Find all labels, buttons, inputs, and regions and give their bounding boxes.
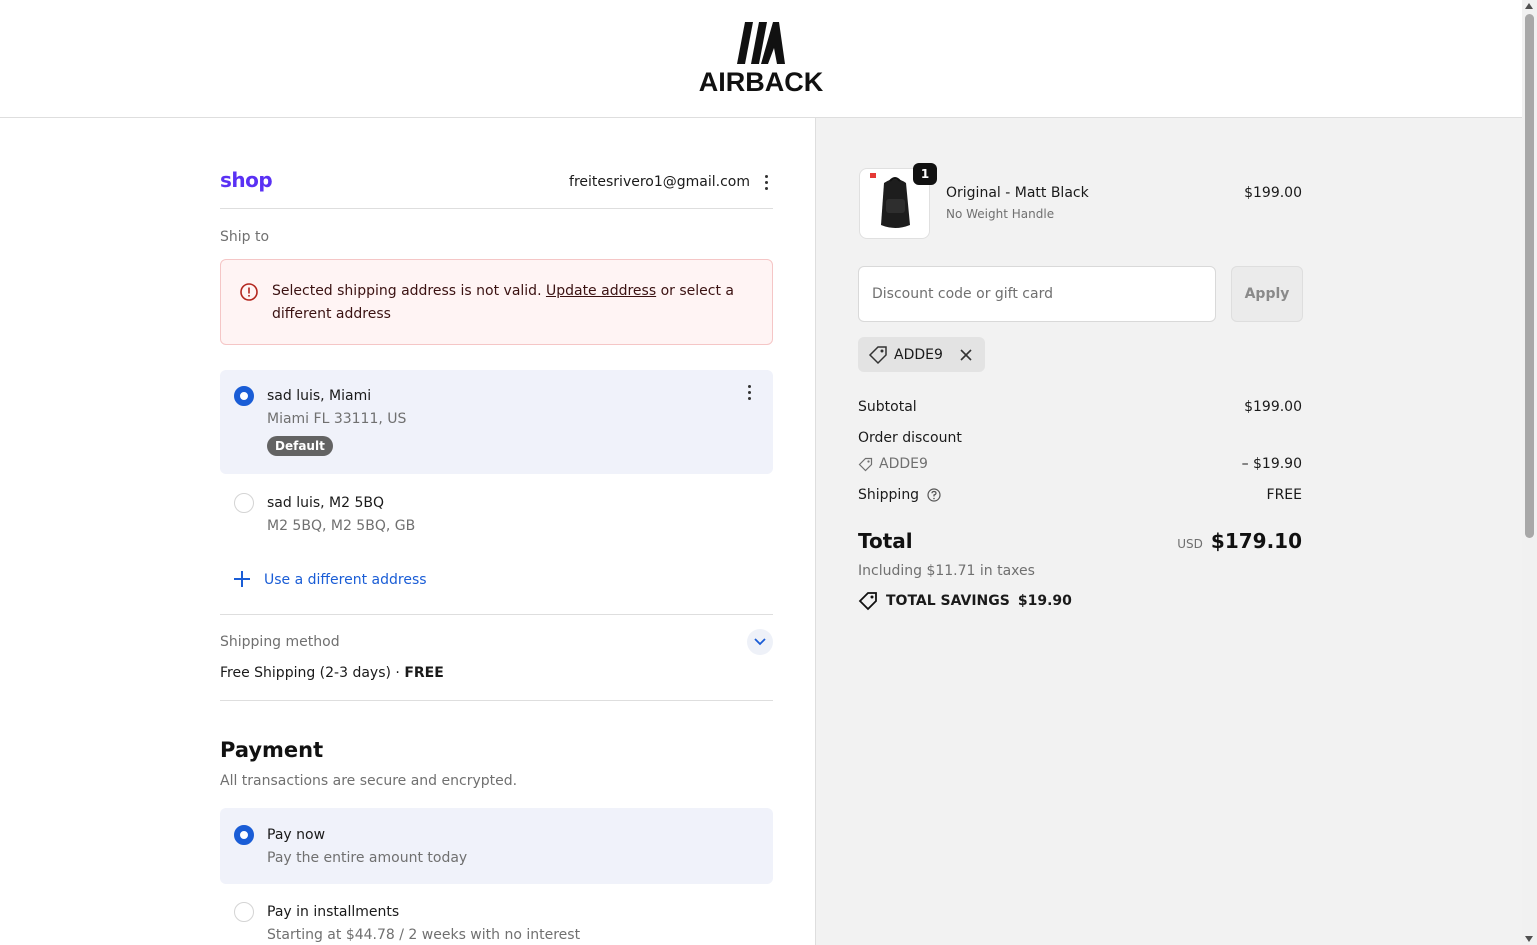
airback-logo[interactable]: AIRBACK — [699, 22, 823, 98]
payment-option-title: Pay in installments — [267, 904, 400, 920]
payment-option-pay-now[interactable]: Pay now Pay the entire amount today — [220, 808, 773, 884]
shipping-method-label: Shipping method — [220, 634, 340, 650]
payment-option-installments[interactable]: Pay in installments Starting at $44.78 /… — [220, 886, 773, 945]
alert-message: Selected shipping address is not valid. … — [272, 280, 742, 326]
subtotal-value: $199.00 — [1244, 399, 1302, 415]
total-savings: TOTAL SAVINGS $19.90 — [858, 591, 1072, 611]
shipping-method-price: FREE — [404, 665, 444, 681]
ship-to-label: Ship to — [220, 229, 270, 245]
applied-discount-chip: ADDE9 — [858, 337, 985, 372]
tag-icon — [858, 457, 873, 471]
address-line1: sad luis, Miami — [267, 388, 372, 404]
shipping-method-toggle[interactable] — [747, 629, 773, 655]
remove-discount-close-icon[interactable] — [959, 348, 973, 362]
total-label: Total — [858, 529, 913, 553]
help-question-icon[interactable] — [927, 488, 941, 502]
taxes-note: Including $11.71 in taxes — [858, 563, 1035, 579]
payment-radio[interactable] — [234, 825, 254, 845]
apply-discount-button[interactable]: Apply — [1231, 266, 1303, 322]
product-variant: No Weight Handle — [946, 207, 1055, 221]
savings-tag-icon — [858, 592, 877, 611]
quantity-badge: 1 — [913, 163, 937, 185]
address-error-alert: Selected shipping address is not valid. … — [220, 259, 773, 345]
divider — [220, 614, 773, 615]
shipping-row-label: Shipping — [858, 487, 941, 503]
shipping-label: Shipping — [858, 487, 920, 503]
checkout-main: shop freitesrivero1@gmail.com Ship to Se… — [0, 118, 815, 945]
shop-pay-logo: shop — [220, 168, 273, 192]
shipping-value: FREE — [1266, 487, 1302, 503]
scroll-up-arrow-icon[interactable] — [1525, 3, 1533, 9]
payment-option-title: Pay now — [267, 827, 326, 843]
address-radio[interactable] — [234, 386, 254, 406]
divider — [220, 700, 773, 701]
store-header: AIRBACK — [0, 0, 1522, 118]
shipping-method-value: Free Shipping (2-3 days) · FREE — [220, 665, 444, 681]
order-discount-code-row: ADDE9 — [858, 456, 928, 472]
use-different-address-link[interactable]: Use a different address — [264, 572, 427, 588]
discount-code-input[interactable] — [858, 266, 1216, 322]
default-badge: Default — [267, 436, 333, 456]
address-menu-icon[interactable] — [744, 385, 754, 400]
scroll-down-arrow-icon[interactable] — [1525, 936, 1533, 942]
payment-option-desc: Starting at $44.78 / 2 weeks with no int… — [267, 927, 581, 943]
product-name: Original - Matt Black — [946, 185, 1089, 201]
scrollbar-thumb[interactable] — [1525, 14, 1534, 538]
total-currency: USD — [1177, 537, 1203, 551]
savings-label: TOTAL SAVINGS — [886, 593, 1010, 609]
total-amount: $179.10 — [1210, 529, 1302, 553]
update-address-link[interactable]: Update address — [546, 283, 656, 299]
payment-subtitle: All transactions are secure and encrypte… — [220, 773, 518, 789]
payment-title: Payment — [220, 738, 324, 762]
order-discount-value: – $19.90 — [1241, 456, 1302, 472]
product-price: $199.00 — [1244, 185, 1302, 201]
plus-icon[interactable] — [234, 571, 250, 587]
brand-name: AIRBACK — [698, 67, 824, 97]
chevron-down-icon — [754, 638, 766, 646]
savings-value: $19.90 — [1017, 593, 1072, 609]
order-discount-label: Order discount — [858, 430, 962, 446]
payment-option-desc: Pay the entire amount today — [267, 850, 468, 866]
address-option-gb[interactable]: sad luis, M2 5BQ M2 5BQ, M2 5BQ, GB — [220, 478, 773, 548]
order-summary: 1 Original - Matt Black No Weight Handle… — [815, 118, 1522, 945]
shipping-method-name: Free Shipping (2-3 days) · — [220, 665, 405, 681]
address-line2: Miami FL 33111, US — [267, 411, 407, 427]
payment-radio[interactable] — [234, 902, 254, 922]
error-circle-icon — [240, 283, 258, 301]
alert-text-before: Selected shipping address is not valid. — [272, 283, 546, 299]
address-option-miami[interactable]: sad luis, Miami Miami FL 33111, US Defau… — [220, 370, 773, 474]
account-menu-icon[interactable] — [761, 175, 771, 190]
address-line2: M2 5BQ, M2 5BQ, GB — [267, 518, 416, 534]
address-radio[interactable] — [234, 493, 254, 513]
applied-discount-code: ADDE9 — [894, 346, 943, 363]
divider — [220, 208, 773, 209]
airback-logo-mark-icon — [737, 22, 785, 64]
subtotal-label: Subtotal — [858, 399, 917, 415]
order-discount-code: ADDE9 — [879, 456, 928, 472]
address-line1: sad luis, M2 5BQ — [267, 495, 385, 511]
total-value: USD $179.10 — [1177, 529, 1302, 553]
tag-icon — [868, 345, 887, 364]
page-scrollbar[interactable] — [1522, 0, 1537, 945]
account-email: freitesrivero1@gmail.com — [569, 174, 750, 190]
